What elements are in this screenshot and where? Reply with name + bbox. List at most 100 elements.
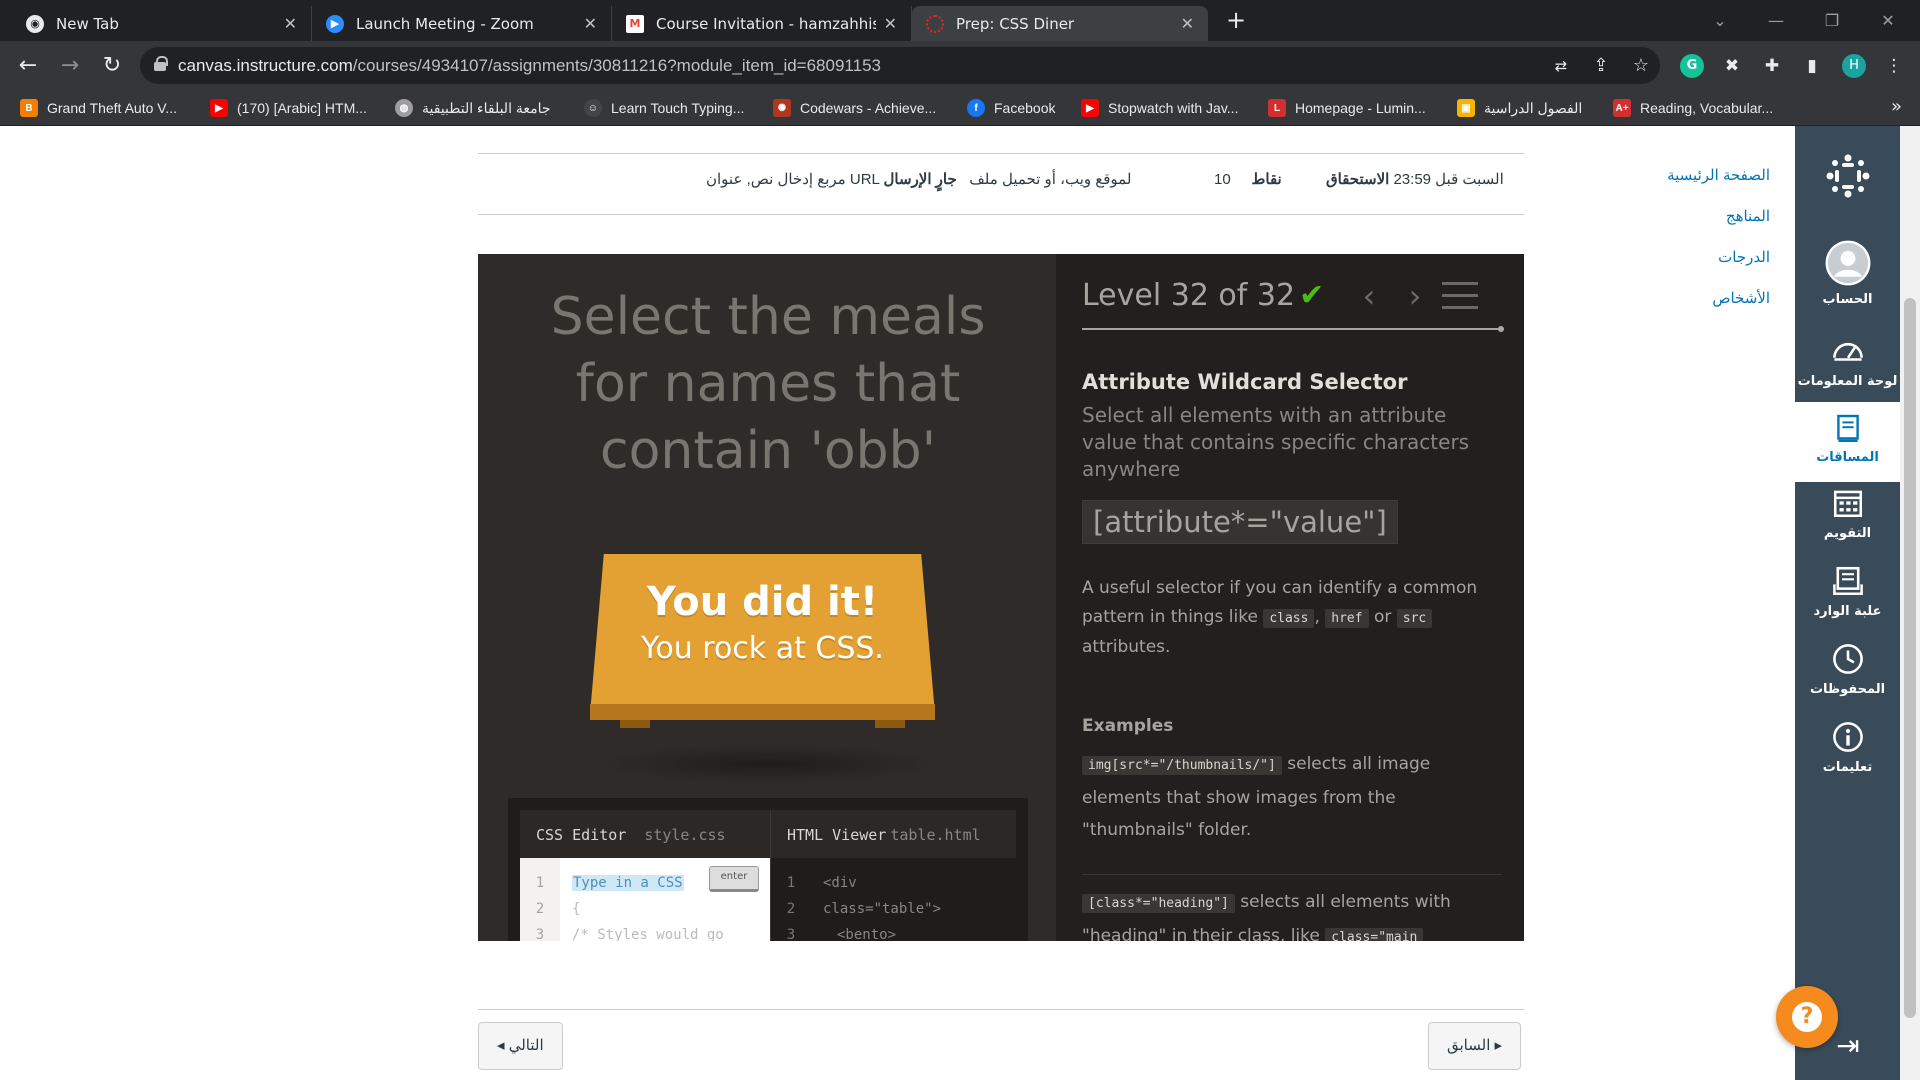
divider: [1082, 874, 1502, 875]
courses-icon: [1836, 414, 1859, 442]
css-code-area[interactable]: 1 2 3 Type in a CSS { /* Styles would go…: [520, 858, 770, 941]
bookmark-label: (170) [Arabic] HTM...: [237, 100, 367, 116]
global-nav-account[interactable]: الحساب: [1795, 240, 1900, 320]
restore-icon[interactable]: ❐: [1810, 0, 1854, 41]
address-bar[interactable]: canvas.instructure.com/courses/4934107/a…: [140, 47, 1660, 84]
browser-tab-bar: ◉ New Tab ✕ ▶ Launch Meeting - Zoom ✕ M …: [0, 0, 1920, 41]
tab-gmail[interactable]: M Course Invitation - hamzahhishar ✕: [612, 6, 912, 41]
tab-zoom[interactable]: ▶ Launch Meeting - Zoom ✕: [312, 6, 612, 41]
close-tab-icon[interactable]: ✕: [284, 14, 297, 33]
bookmark-item[interactable]: ▣ الفصول الدراسية: [1457, 97, 1582, 119]
new-tab-button[interactable]: +: [1222, 6, 1250, 34]
win-title: You did it!: [646, 579, 879, 625]
global-nav-dashboard[interactable]: لوحة المعلومات: [1795, 334, 1900, 389]
tab-label: Course Invitation - hamzahhishar: [656, 14, 876, 33]
bookmark-item[interactable]: f Facebook: [967, 97, 1055, 119]
url-text[interactable]: canvas.instructure.com/courses/4934107/a…: [178, 56, 881, 76]
bookmark-item[interactable]: ✺ Codewars - Achieve...: [773, 97, 936, 119]
youtube-icon: ▶: [210, 99, 228, 117]
tab-css-diner[interactable]: Prep: CSS Diner ✕: [912, 6, 1208, 41]
global-nav-label: الحساب: [1822, 292, 1873, 307]
enter-button[interactable]: enter: [709, 866, 759, 892]
due-value: السبت قبل 23:59: [1393, 171, 1504, 188]
previous-module-button[interactable]: السابق ▸: [1428, 1022, 1522, 1070]
next-module-button[interactable]: ◂ التالي: [478, 1022, 563, 1070]
typing-icon: ☺: [584, 99, 602, 117]
page-scrollbar[interactable]: [1900, 126, 1920, 1080]
css-diner-embed: Select the meals for names that contain …: [478, 254, 1524, 941]
bookmarks-bar: B Grand Theft Auto V... ▶ (170) [Arabic] H…: [0, 90, 1920, 126]
course-nav-grades[interactable]: الدرجات: [1580, 248, 1770, 266]
level-menu-icon[interactable]: [1442, 282, 1478, 312]
side-panel-icon[interactable]: ▮: [1800, 54, 1824, 78]
tab-new-tab[interactable]: ◉ New Tab ✕: [12, 6, 312, 41]
css-file-name: style.css: [644, 826, 726, 844]
reload-icon[interactable]: ↻: [96, 50, 128, 82]
bookmark-item[interactable]: ☺ Learn Touch Typing...: [584, 97, 744, 119]
selector-syntax: [attribute*="value"]: [1082, 500, 1398, 544]
extensions-puzzle-icon[interactable]: ✚: [1760, 54, 1784, 78]
collapse-nav-icon[interactable]: ⇥: [1828, 1031, 1868, 1061]
bookmark-star-icon[interactable]: ☆: [1630, 55, 1652, 77]
extension-x-icon[interactable]: ✖: [1720, 54, 1744, 78]
table-edge: [590, 704, 935, 720]
grammarly-icon[interactable]: G: [1680, 54, 1704, 78]
share-icon[interactable]: ⇪: [1590, 55, 1612, 77]
tab-search-icon[interactable]: ⌄: [1698, 0, 1742, 41]
hint-comma: ,: [1314, 607, 1320, 627]
bookmark-item[interactable]: ◍ جامعة البلقاء التطبيقية: [395, 97, 551, 119]
example-2: [class*="heading"] selects all elements …: [1082, 886, 1502, 941]
close-tab-icon[interactable]: ✕: [1181, 14, 1194, 33]
close-window-icon[interactable]: ✕: [1866, 0, 1910, 41]
bookmark-item[interactable]: L Homepage - Lumin...: [1268, 97, 1426, 119]
level-complete-check-icon: ✔: [1299, 278, 1325, 313]
url-path: /courses/4934107/assignments/30811216?mo…: [352, 56, 881, 75]
code-line: {: [572, 901, 581, 917]
submitting-label: جارٍ الإرسال: [883, 171, 957, 188]
question-icon: ?: [1792, 1002, 1822, 1032]
html-viewer: HTML Viewer table.html 1 2 3 <div class="…: [770, 810, 1016, 941]
scrollbar-thumb[interactable]: [1904, 298, 1916, 1018]
previous-level-icon[interactable]: ‹: [1354, 278, 1384, 314]
example-1: img[src*="/thumbnails/"] selects all ima…: [1082, 748, 1502, 846]
line-number: 1: [786, 875, 796, 891]
code-line: <bento>: [837, 927, 897, 941]
bookmark-item[interactable]: ▶ Stopwatch with Jav...: [1081, 97, 1238, 119]
lock-icon[interactable]: [154, 56, 168, 71]
next-level-icon[interactable]: ›: [1400, 278, 1430, 314]
bookmark-item[interactable]: B Grand Theft Auto V...: [20, 97, 177, 119]
progress-marker: [1498, 326, 1504, 332]
css-input[interactable]: Type in a CSS: [572, 875, 684, 891]
canvas-logo-icon[interactable]: [1824, 152, 1872, 200]
help-button[interactable]: ?: [1776, 986, 1838, 1048]
css-editor-label: CSS Editor: [536, 826, 627, 844]
more-bookmarks-icon[interactable]: »: [1891, 96, 1902, 117]
html-code-area: 1 2 3 <div class="table"> <bento>: [771, 858, 1016, 941]
browser-menu-icon[interactable]: ⋮: [1882, 54, 1906, 78]
global-navigation: الحساب لوحة المعلومات المساقات التقويم ع…: [1795, 126, 1900, 1080]
course-nav-people[interactable]: الأشخاص: [1580, 289, 1770, 307]
close-tab-icon[interactable]: ✕: [584, 14, 597, 33]
global-nav-courses[interactable]: المساقات: [1795, 402, 1900, 482]
address-toolbar: ← → ↻ canvas.instructure.com/courses/493…: [0, 41, 1920, 90]
global-nav-help[interactable]: تعليمات: [1795, 720, 1900, 775]
bookmark-item[interactable]: ▶ (170) [Arabic] HTM...: [210, 97, 367, 119]
line-numbers: 1 2 3: [771, 858, 811, 941]
global-nav-inbox[interactable]: علبة الوارد: [1795, 564, 1900, 619]
minimize-icon[interactable]: —: [1754, 0, 1798, 41]
back-arrow-icon[interactable]: ←: [12, 50, 44, 82]
course-nav-home[interactable]: الصفحة الرئيسية: [1580, 166, 1770, 184]
translate-icon[interactable]: ⇄: [1550, 55, 1572, 77]
bookmark-item[interactable]: A+ Reading, Vocabular...: [1613, 97, 1773, 119]
forward-arrow-icon[interactable]: →: [54, 50, 86, 82]
course-nav-syllabus[interactable]: المناهج: [1580, 207, 1770, 225]
game-area: Select the meals for names that contain …: [478, 254, 1056, 941]
close-tab-icon[interactable]: ✕: [884, 14, 897, 33]
global-nav-history[interactable]: المحفوظات: [1795, 642, 1900, 697]
profile-avatar[interactable]: H: [1842, 54, 1866, 78]
points-value: 10: [1214, 171, 1231, 188]
youtube-icon: ▶: [1081, 99, 1099, 117]
css-code: Type in a CSS { /* Styles would go: [572, 870, 724, 941]
canvas-page: السبت قبل 23:59 الاستحقاق 10 نقاط مربع إ…: [0, 126, 1920, 1080]
global-nav-calendar[interactable]: التقويم: [1795, 486, 1900, 541]
